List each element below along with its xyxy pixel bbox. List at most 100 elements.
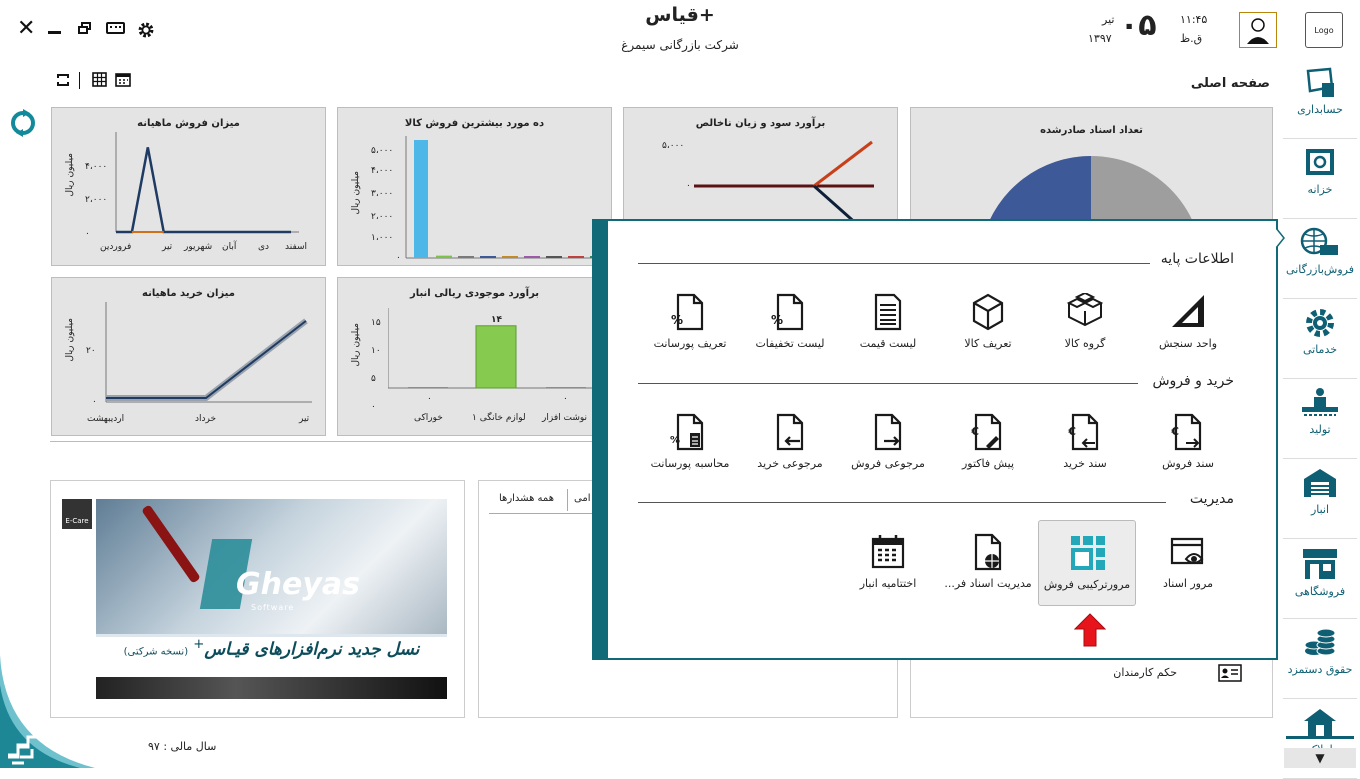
- sidebar-item-label: فروش‌بازرگانی: [1286, 263, 1354, 276]
- tile-price-list[interactable]: لیست قیمت: [840, 293, 936, 373]
- tick-label: نوشت افزار: [542, 413, 588, 423]
- sidebar-item-store[interactable]: فروشگاهی: [1283, 539, 1357, 619]
- ruler-triangle-icon: [1172, 295, 1204, 327]
- tile-label: مرجوعی خرید: [757, 457, 823, 470]
- chart-monthly-sales: میزان فروش ماهیانه میلیون ریال ۴،۰۰۰ ۲،۰…: [51, 107, 326, 266]
- sidebar-item-label: حسابداری: [1297, 103, 1343, 116]
- sidebar-item-label: خدماتی: [1302, 343, 1338, 356]
- clock-time: ۱۱:۴۵: [1180, 13, 1208, 26]
- svg-text:€: €: [1067, 425, 1076, 438]
- sidebar-item-warehouse[interactable]: انبار: [1283, 459, 1357, 539]
- axis-label: میلیون ریال: [351, 171, 361, 215]
- chart-plot: [405, 136, 609, 259]
- bar: [414, 140, 428, 258]
- tick-label: دی: [258, 242, 270, 252]
- tile-define-product[interactable]: تعریف کالا: [940, 293, 1036, 373]
- trade-sales-menu-popup: اطلاعات پایه خرید و فروش مدیریت واحد سنج…: [592, 219, 1278, 660]
- tile-sales-document[interactable]: € سند فروش: [1140, 413, 1236, 493]
- store-icon: [1303, 549, 1337, 579]
- tile-label: محاسبه پورسانت: [650, 457, 730, 470]
- tab-second[interactable]: امی: [574, 493, 590, 504]
- tile-purchase-return[interactable]: مرجوعی خرید: [742, 413, 838, 493]
- tick-label: ۱۰: [371, 346, 381, 356]
- tick-label: ۰: [92, 397, 97, 407]
- tick-label: ۲،۰۰۰: [371, 212, 394, 222]
- percent-document-icon: %: [671, 293, 704, 331]
- sidebar-item-label: حقوق دستمزد: [1287, 663, 1353, 676]
- tick-label: ۵،۰۰۰: [371, 146, 394, 156]
- tile-sales-document-management[interactable]: مدیریت اسناد فر...: [940, 533, 1036, 613]
- tile-label: سند خرید: [1063, 457, 1107, 470]
- tile-label: مدیریت اسناد فر...: [944, 577, 1032, 590]
- tile-define-commission[interactable]: % تعریف پورسانت: [642, 293, 738, 373]
- sidebar-item-label: خزانه: [1307, 183, 1333, 196]
- tile-warehouse-closing[interactable]: اختتامیه انبار: [840, 533, 936, 613]
- section-divider: [638, 383, 1138, 384]
- bar: [408, 387, 448, 388]
- sidebar-item-trade-sales[interactable]: فروش‌بازرگانی: [1283, 219, 1357, 299]
- calendar-icon[interactable]: [115, 71, 131, 87]
- sidebar-item-payroll[interactable]: حقوق دستمزد: [1283, 619, 1357, 699]
- tile-discount-list[interactable]: % لیست تخفیفات: [742, 293, 838, 373]
- tick-label: ۰: [427, 394, 432, 404]
- chart-title: میزان خرید ماهیانه: [142, 288, 235, 299]
- tick-label: اردیبهشت: [87, 414, 125, 424]
- bar: [568, 256, 584, 258]
- series-line: [106, 320, 307, 399]
- sync-icon[interactable]: [8, 108, 38, 138]
- ad-banner-image: Gheyas Software نسل جدید نرم‌افزارهای قی…: [96, 499, 447, 699]
- euro-document-edit-icon: €: [970, 413, 1002, 451]
- id-card-icon: [1218, 664, 1242, 682]
- tile-label: لیست قیمت: [859, 337, 917, 350]
- tick-label: ۰: [85, 229, 90, 239]
- section-trade: خرید و فروش: [1152, 373, 1234, 389]
- sidebar-scroll-down-button[interactable]: ▼: [1284, 748, 1356, 768]
- tile-label: اختتامیه انبار: [859, 577, 917, 590]
- tile-label: سند فروش: [1162, 457, 1214, 470]
- chart-plot: [115, 132, 299, 234]
- staff-order-label[interactable]: حکم کارمندان: [1113, 666, 1177, 679]
- tick-label: لوازم خانگی ۱: [472, 413, 526, 423]
- sidebar-item-production[interactable]: تولید: [1283, 379, 1357, 459]
- tile-unit-of-measure[interactable]: واحد سنجش: [1140, 293, 1236, 373]
- brand-name: Gheyas: [236, 567, 360, 602]
- tile-sales-return[interactable]: مرجوعی فروش: [840, 413, 936, 493]
- grid-icon[interactable]: [92, 72, 107, 87]
- tile-combined-sales-review[interactable]: مرورترکیبی فروش: [1038, 520, 1136, 606]
- globe-document-icon: [974, 533, 1002, 571]
- sidebar-item-treasury[interactable]: خزانه: [1283, 139, 1357, 219]
- sidebar-item-accounting[interactable]: حسابداری: [1283, 59, 1357, 139]
- tick-label: ۰: [686, 181, 691, 191]
- tab-underline: [489, 513, 599, 514]
- logo: Logo: [1305, 12, 1343, 48]
- tick-label: فروردین: [100, 242, 132, 252]
- tile-proforma-invoice[interactable]: € پیش فاکتور: [940, 413, 1036, 493]
- tick-label: تیر: [162, 242, 173, 252]
- axis-label: میلیون ریال: [65, 153, 75, 197]
- bar: [524, 256, 540, 258]
- box-icon: [972, 293, 1004, 331]
- bar: [458, 256, 474, 258]
- page-title: صفحه اصلی: [1190, 76, 1270, 91]
- tab-all-alerts[interactable]: همه هشدارها: [499, 493, 554, 504]
- tile-label: مرور اسناد: [1163, 577, 1213, 590]
- tile-label: پیش فاکتور: [961, 457, 1015, 470]
- popup-pointer: [1276, 228, 1285, 248]
- ad-headline-text: نسل جدید نرم‌افزارهای قیـاس: [204, 639, 420, 660]
- sidebar-item-services[interactable]: خدماتی: [1283, 299, 1357, 379]
- bar: [475, 325, 517, 389]
- svg-text:%: %: [670, 435, 680, 446]
- user-avatar-icon[interactable]: [1239, 12, 1277, 48]
- tile-calculate-commission[interactable]: % محاسبه پورسانت: [642, 413, 738, 493]
- tile-product-group[interactable]: گروه کالا: [1037, 293, 1133, 373]
- property-icon: [1304, 709, 1336, 737]
- tile-purchase-document[interactable]: € سند خرید: [1037, 413, 1133, 493]
- safe-icon: [1306, 149, 1334, 175]
- refresh-icon[interactable]: [55, 72, 71, 88]
- tile-review-documents[interactable]: مرور اسناد: [1140, 533, 1236, 613]
- bar: [546, 387, 586, 388]
- axis-label: میلیون ریال: [351, 323, 361, 367]
- tick-label: ۰: [396, 253, 401, 263]
- tick-label: ۱۵: [371, 318, 381, 328]
- ecare-logo: E-Care: [62, 499, 92, 529]
